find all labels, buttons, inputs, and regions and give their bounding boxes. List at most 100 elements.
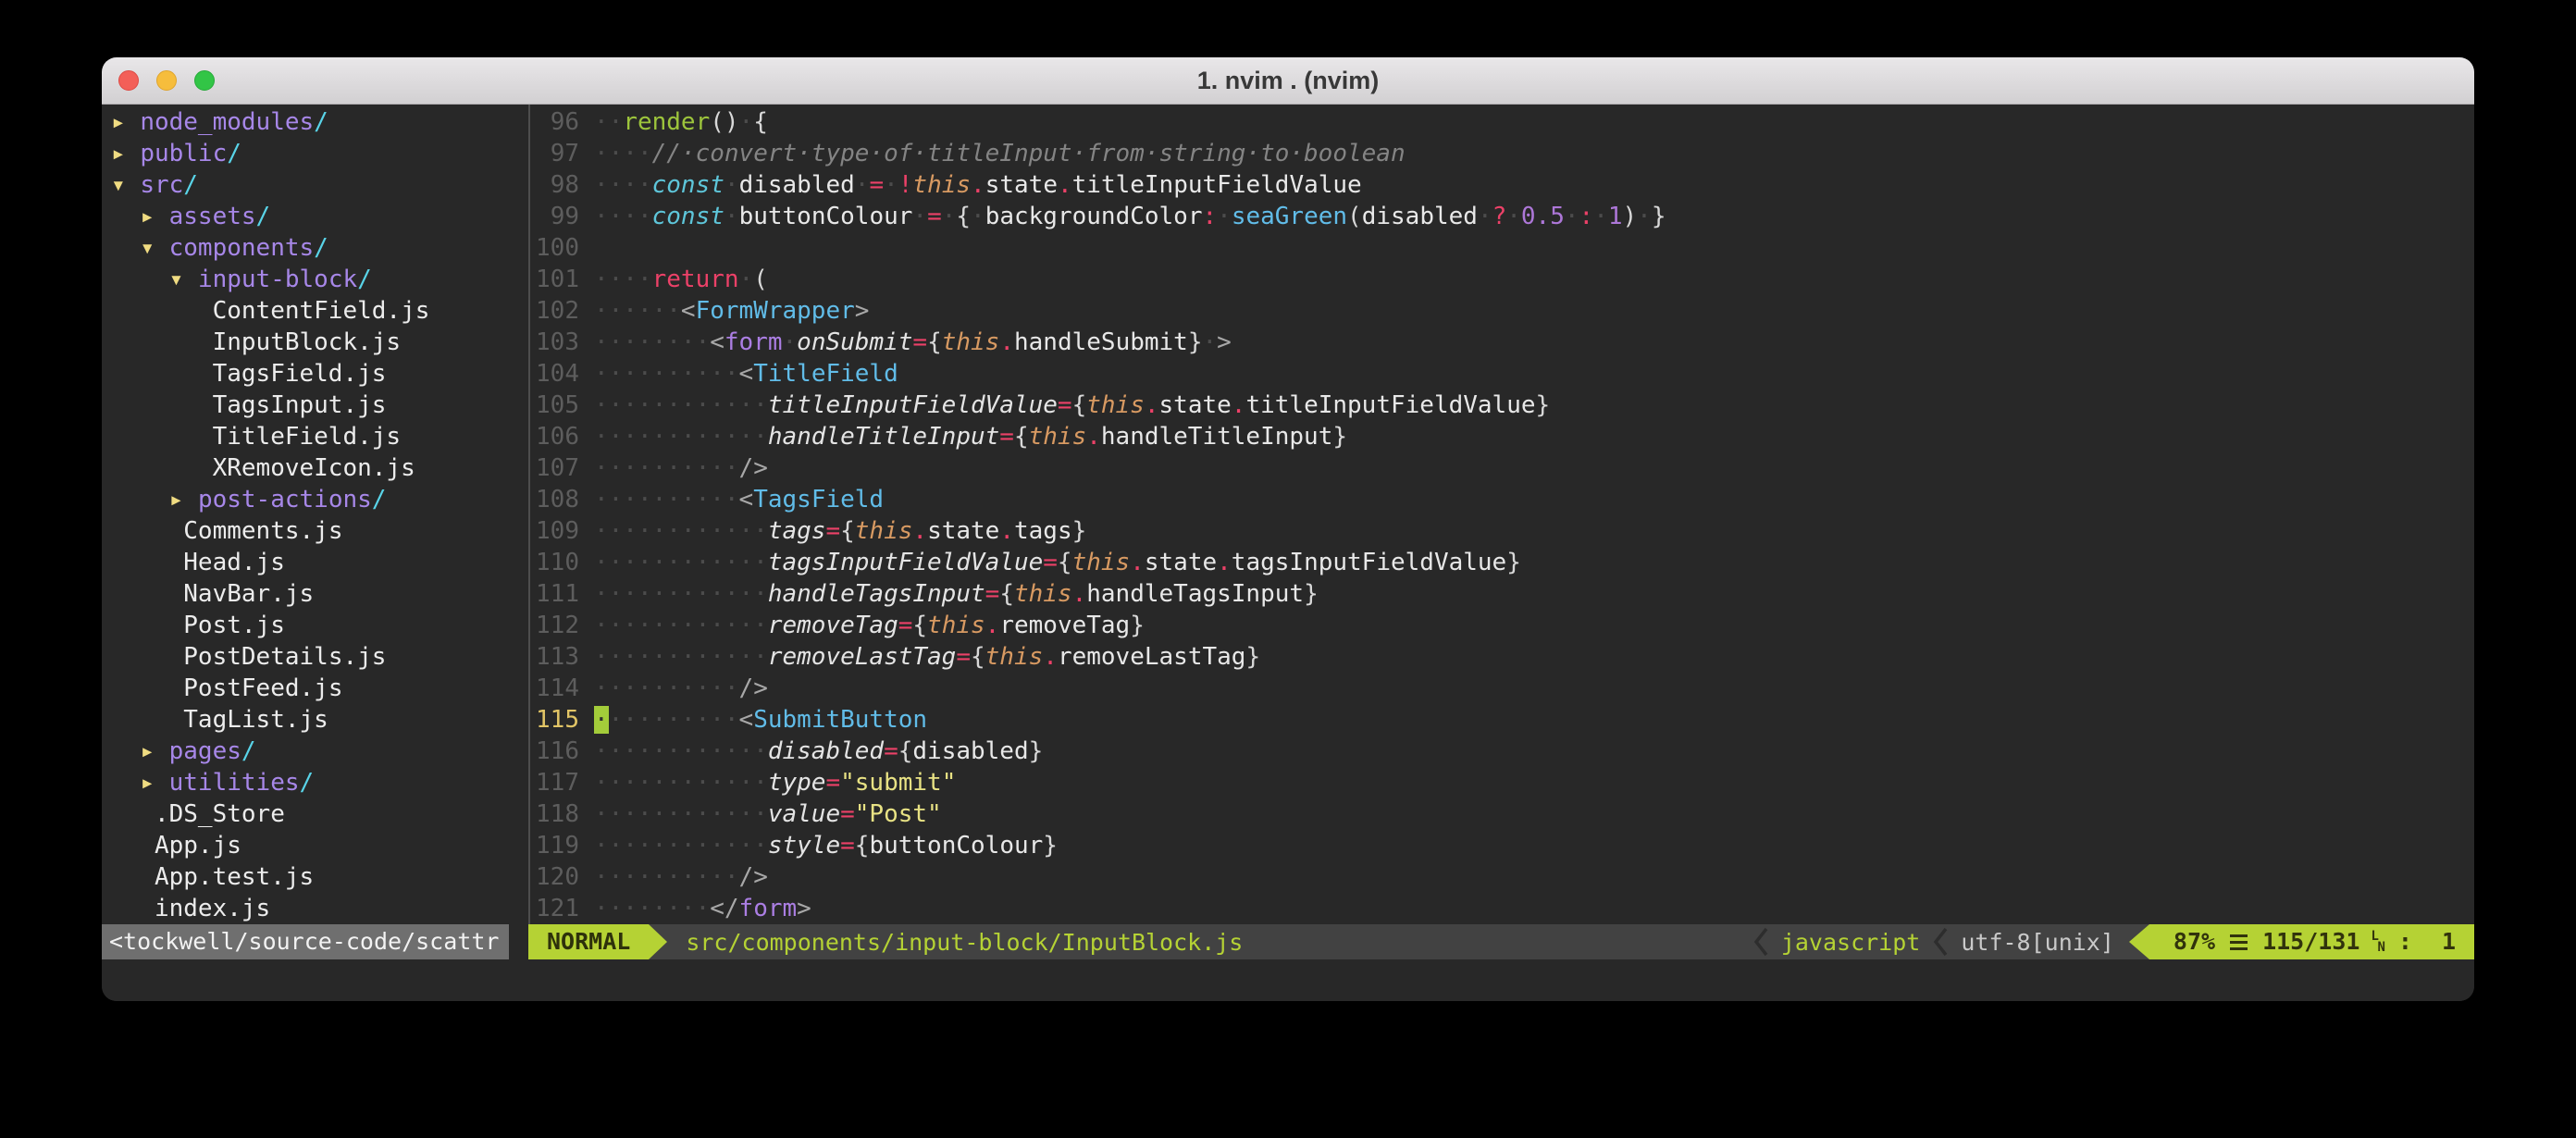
code-line[interactable]: 121········</form> bbox=[530, 893, 2474, 924]
code-line[interactable]: 97····//·convert·type·of·titleInput·from… bbox=[530, 138, 2474, 169]
tree-item-file[interactable]: XRemoveIcon.js bbox=[111, 452, 528, 484]
code-token-ws: · bbox=[724, 171, 739, 199]
code-line[interactable]: 118············value="Post" bbox=[530, 798, 2474, 830]
tree-item-file[interactable]: index.js bbox=[111, 893, 528, 924]
code-line[interactable]: 108··········<TagsField bbox=[530, 484, 2474, 515]
code-line[interactable]: 119············style={buttonColour} bbox=[530, 830, 2474, 861]
tree-dir-slash: / bbox=[256, 203, 271, 230]
tree-item-file[interactable]: TagsInput.js bbox=[111, 390, 528, 421]
tree-item-dir[interactable]: ▾ input-block/ bbox=[111, 264, 528, 295]
tree-indent bbox=[111, 549, 183, 576]
tree-dir-slash: / bbox=[314, 108, 328, 136]
code-line[interactable]: 120··········/> bbox=[530, 861, 2474, 893]
tree-item-dir[interactable]: ▸ node_modules/ bbox=[111, 106, 528, 138]
tree-item-dir[interactable]: ▸ utilities/ bbox=[111, 767, 528, 798]
code-line[interactable]: 102······<FormWrapper> bbox=[530, 295, 2474, 327]
code-token-attr: tags bbox=[768, 517, 826, 545]
tree-item-file[interactable]: Post.js bbox=[111, 610, 528, 641]
code-line[interactable]: 99····const·buttonColour·=·{·backgroundC… bbox=[530, 201, 2474, 232]
code-token-br: /> bbox=[739, 454, 768, 482]
code-token-id: buttonColour bbox=[869, 832, 1043, 860]
code-token-ws: · bbox=[971, 203, 985, 230]
code-token-op: = bbox=[840, 800, 855, 828]
code-token-ws: ············ bbox=[594, 737, 768, 765]
code-line[interactable]: 110············tagsInputFieldValue={this… bbox=[530, 547, 2474, 578]
tree-item-dir[interactable]: ▸ post-actions/ bbox=[111, 484, 528, 515]
tree-item-file[interactable]: TagsField.js bbox=[111, 358, 528, 390]
code-token-op: = bbox=[985, 580, 1000, 608]
tree-item-label: TagsField.js bbox=[213, 360, 387, 388]
tree-item-file[interactable]: Comments.js bbox=[111, 515, 528, 547]
code-text: ··········/> bbox=[579, 861, 2474, 893]
close-button[interactable] bbox=[118, 70, 139, 91]
code-line[interactable]: 116············disabled={disabled} bbox=[530, 736, 2474, 767]
code-token-ws: · bbox=[739, 266, 754, 293]
code-token-str: "submit" bbox=[840, 769, 956, 797]
code-text: ············value="Post" bbox=[579, 798, 2474, 830]
line-number: 109 bbox=[530, 515, 579, 547]
tree-item-file[interactable]: App.test.js bbox=[111, 861, 528, 893]
line-position: 115/131 bbox=[2262, 924, 2359, 959]
fullscreen-button[interactable] bbox=[194, 70, 215, 91]
code-line[interactable]: 96··render()·{ bbox=[530, 106, 2474, 138]
command-line[interactable] bbox=[102, 959, 2474, 1001]
tree-item-file[interactable]: App.js bbox=[111, 830, 528, 861]
tree-item-label: TagsInput.js bbox=[213, 391, 387, 419]
code-line[interactable]: 115··········<SubmitButton bbox=[530, 704, 2474, 736]
code-line[interactable]: 113············removeLastTag={this.remov… bbox=[530, 641, 2474, 673]
tree-item-label: Head.js bbox=[183, 549, 285, 576]
code-token-br: > bbox=[797, 895, 811, 922]
code-line[interactable]: 117············type="submit" bbox=[530, 767, 2474, 798]
tree-item-file[interactable]: NavBar.js bbox=[111, 578, 528, 610]
tree-item-dir[interactable]: ▸ pages/ bbox=[111, 736, 528, 767]
code-token-ws: ·········· bbox=[594, 486, 739, 513]
chevron-right-icon: ▸ bbox=[111, 140, 140, 167]
line-number: 114 bbox=[530, 673, 579, 704]
tree-item-dir[interactable]: ▾ components/ bbox=[111, 232, 528, 264]
code-token-op: . bbox=[1232, 391, 1246, 419]
code-line[interactable]: 106············handleTitleInput={this.ha… bbox=[530, 421, 2474, 452]
code-token-th: this bbox=[942, 328, 1000, 356]
code-line[interactable]: 109············tags={this.state.tags} bbox=[530, 515, 2474, 547]
tree-item-file[interactable]: TitleField.js bbox=[111, 421, 528, 452]
code-token-cmp: SubmitButton bbox=[753, 706, 927, 734]
code-line[interactable]: 101····return·( bbox=[530, 264, 2474, 295]
code-line[interactable]: 100 bbox=[530, 232, 2474, 264]
code-line[interactable]: 112············removeTag={this.removeTag… bbox=[530, 610, 2474, 641]
tree-item-dir[interactable]: ▸ public/ bbox=[111, 138, 528, 169]
minimize-button[interactable] bbox=[156, 70, 177, 91]
code-token-op: = bbox=[1058, 391, 1072, 419]
code-token-op: . bbox=[1058, 171, 1072, 199]
code-line[interactable]: 107··········/> bbox=[530, 452, 2474, 484]
line-number: 121 bbox=[530, 893, 579, 924]
tree-item-file[interactable]: PostFeed.js bbox=[111, 673, 528, 704]
tree-item-file[interactable]: ContentField.js bbox=[111, 295, 528, 327]
code-token-ws: ········ bbox=[594, 895, 710, 922]
file-path: src/components/input-block/InputBlock.js bbox=[686, 929, 1243, 956]
code-token-op: . bbox=[999, 328, 1014, 356]
code-line[interactable]: 103········<form·onSubmit={this.handleSu… bbox=[530, 327, 2474, 358]
code-token-ws: ············ bbox=[594, 612, 768, 639]
code-line[interactable]: 104··········<TitleField bbox=[530, 358, 2474, 390]
code-line[interactable]: 98····const·disabled·=·!this.state.title… bbox=[530, 169, 2474, 201]
code-line[interactable]: 105············titleInputFieldValue={thi… bbox=[530, 390, 2474, 421]
tree-item-file[interactable]: TagList.js bbox=[111, 704, 528, 736]
code-token-id: state bbox=[927, 517, 999, 545]
code-token-op: = bbox=[884, 737, 898, 765]
current-line-number: 115 bbox=[530, 704, 579, 736]
code-line[interactable]: 114··········/> bbox=[530, 673, 2474, 704]
tree-indent bbox=[111, 643, 183, 671]
code-text: ······<FormWrapper> bbox=[579, 295, 2474, 327]
tree-item-dir[interactable]: ▾ src/ bbox=[111, 169, 528, 201]
tree-item-file[interactable]: PostDetails.js bbox=[111, 641, 528, 673]
tree-item-label: public bbox=[140, 140, 227, 167]
tree-item-file[interactable]: Head.js bbox=[111, 547, 528, 578]
code-token-op: . bbox=[985, 612, 1000, 639]
tree-item-dir[interactable]: ▸ assets/ bbox=[111, 201, 528, 232]
tree-item-label: TitleField.js bbox=[213, 423, 402, 451]
code-line[interactable]: 111············handleTagsInput={this.han… bbox=[530, 578, 2474, 610]
code-text: ··········<TitleField bbox=[579, 358, 2474, 390]
code-token-attr: handleTagsInput bbox=[768, 580, 985, 608]
tree-item-file[interactable]: InputBlock.js bbox=[111, 327, 528, 358]
tree-item-file[interactable]: .DS_Store bbox=[111, 798, 528, 830]
